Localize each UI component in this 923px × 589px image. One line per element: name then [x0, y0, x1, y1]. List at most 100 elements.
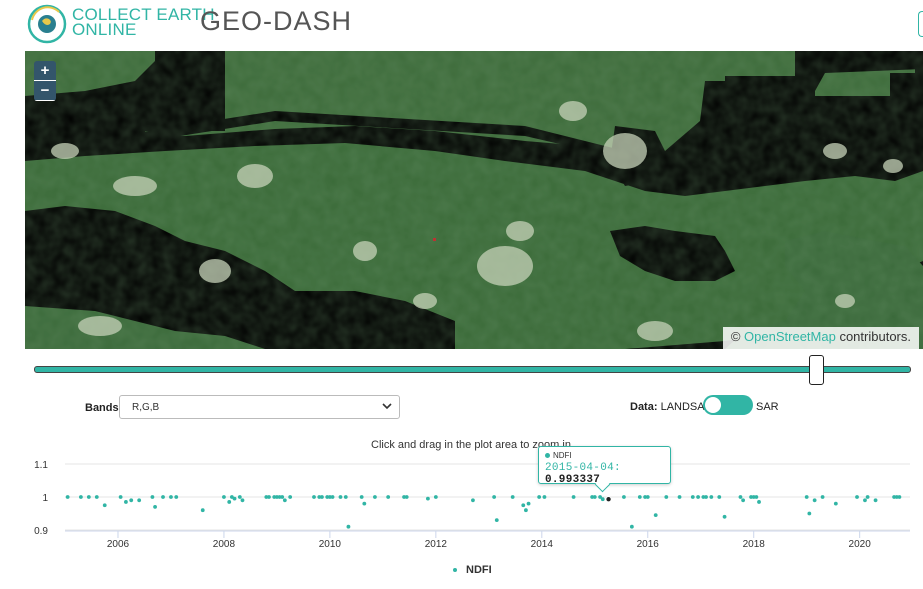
chevron-down-icon: [382, 403, 392, 410]
legend-label: NDFI: [466, 564, 492, 576]
satellite-map[interactable]: + − © OpenStreetMap contributors.: [25, 51, 923, 349]
data-point: [362, 501, 367, 506]
data-point: [717, 495, 722, 499]
x-tick-label: 2006: [107, 539, 130, 550]
data-point: [280, 495, 285, 499]
series-dot-icon: [545, 453, 550, 459]
data-point: [696, 495, 700, 499]
data-point: [137, 498, 142, 503]
data-point: [471, 498, 475, 503]
ndfi-timeseries-chart[interactable]: 0.9 1 1.1 2006 2008 2010 2012 2014 2016 2018 2020: [0, 450, 923, 560]
tooltip-value: 0.993337: [545, 474, 601, 486]
data-point: [169, 495, 173, 499]
data-point: [510, 495, 515, 499]
attribution-suffix: contributors.: [839, 329, 911, 344]
data-point: [343, 495, 348, 499]
data-point: [863, 498, 867, 503]
data-point: [741, 498, 746, 503]
data-point: [524, 508, 528, 513]
data-point: [738, 495, 743, 499]
y-tick-label: 1: [42, 493, 48, 504]
data-point: [709, 495, 714, 499]
chart-legend[interactable]: NDFI: [453, 564, 492, 576]
highlighted-data-point: [605, 496, 612, 503]
data-point: [200, 508, 205, 513]
data-source-label: Data: LANDSAT: [630, 401, 711, 413]
data-point: [267, 495, 271, 499]
x-tick-label: 2014: [531, 539, 554, 550]
data-point: [855, 495, 859, 499]
time-slider-handle[interactable]: [809, 355, 824, 385]
data-point: [124, 500, 128, 504]
tooltip-date: 2015-04-04:: [545, 462, 621, 474]
data-point: [754, 495, 759, 499]
map-attribution: © OpenStreetMap contributors.: [722, 327, 919, 349]
data-point: [664, 495, 669, 499]
data-point: [494, 518, 499, 522]
toggle-knob: [705, 397, 721, 413]
data-source-toggle[interactable]: [703, 395, 753, 415]
data-point: [338, 495, 343, 499]
x-tick-label: 2020: [849, 539, 872, 550]
legend-dot-icon: [453, 568, 457, 573]
data-point: [65, 495, 70, 499]
data-option-sar: SAR: [756, 401, 779, 413]
data-point: [873, 498, 878, 503]
data-point: [86, 495, 91, 499]
x-tick-label: 2010: [319, 539, 342, 550]
bands-select[interactable]: R,G,B: [119, 395, 400, 419]
brand-line-2: ONLINE: [72, 20, 137, 39]
x-tick-label: 2016: [637, 539, 660, 550]
data-point: [330, 495, 335, 499]
data-point: [161, 495, 165, 499]
data-point: [282, 498, 287, 503]
collect-earth-globe-icon[interactable]: [27, 4, 67, 44]
data-point: [288, 495, 293, 499]
x-tick-label: 2012: [425, 539, 448, 550]
x-tick-label: 2018: [743, 539, 766, 550]
x-tick-label: 2008: [213, 539, 236, 550]
tooltip-series: NDFI: [545, 451, 664, 460]
data-point: [807, 511, 812, 516]
zoom-in-button[interactable]: +: [34, 61, 56, 81]
data-point: [78, 495, 83, 499]
bands-select-value: R,G,B: [132, 402, 160, 413]
data-point: [102, 503, 107, 508]
data-point: [232, 496, 237, 501]
data-point: [312, 495, 316, 499]
header-menu-button[interactable]: [918, 11, 923, 37]
data-point: [622, 495, 626, 499]
zoom-control: + −: [34, 61, 56, 101]
y-tick-label: 1.1: [34, 460, 48, 471]
data-point: [227, 500, 232, 504]
app-header: COLLECT EARTH ONLINE GEO-DASH: [0, 0, 923, 48]
satellite-imagery: [25, 51, 923, 349]
tooltip-series-name: NDFI: [553, 451, 572, 460]
openstreetmap-link[interactable]: OpenStreetMap: [744, 329, 836, 344]
data-point: [492, 495, 497, 499]
time-slider-track[interactable]: [34, 366, 911, 373]
data-point: [804, 495, 809, 499]
zoom-out-button[interactable]: −: [34, 81, 56, 101]
chart-tooltip: NDFI 2015-04-04: 0.993337: [538, 446, 671, 486]
data-point: [240, 498, 245, 503]
data-point: [812, 498, 817, 503]
data-point: [521, 503, 526, 508]
data-point: [677, 495, 682, 499]
data-point: [537, 495, 542, 499]
data-point: [404, 495, 409, 499]
copyright-symbol: ©: [730, 329, 741, 344]
data-point: [542, 495, 547, 499]
data-point: [237, 495, 242, 499]
brand-name[interactable]: COLLECT EARTH ONLINE: [72, 6, 215, 39]
data-point: [94, 495, 99, 499]
data-point: [722, 514, 727, 519]
data-point: [820, 495, 825, 499]
data-point: [425, 496, 430, 501]
data-point: [526, 501, 531, 506]
data-point: [704, 495, 708, 499]
data-point: [118, 495, 123, 499]
geo-dash-page: COLLECT EARTH ONLINE GEO-DASH + − © Open…: [0, 0, 923, 589]
data-point: [637, 495, 642, 499]
data-label-text: Data:: [630, 401, 658, 413]
